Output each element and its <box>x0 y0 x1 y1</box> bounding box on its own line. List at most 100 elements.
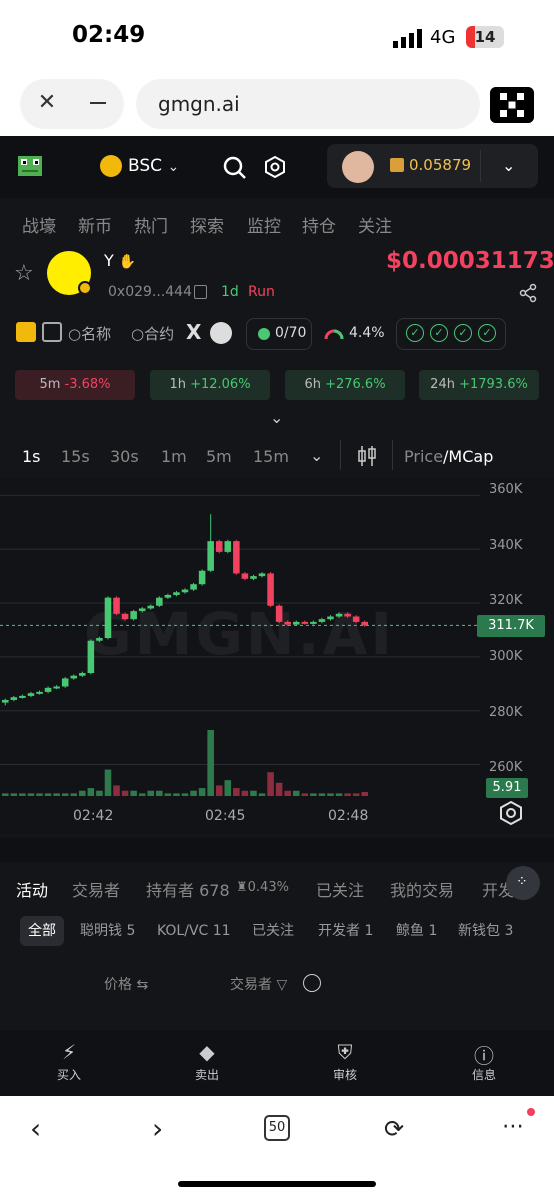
tf-15s[interactable]: 15s <box>61 447 90 466</box>
forward-icon[interactable]: › <box>152 1112 163 1145</box>
candle[interactable] <box>156 597 163 606</box>
candle[interactable] <box>352 616 360 622</box>
tab-holders[interactable]: 持有者 678 <box>146 877 230 901</box>
candle[interactable] <box>361 621 368 626</box>
candle[interactable] <box>198 570 206 585</box>
subtab-all[interactable]: 全部 <box>20 916 64 946</box>
tf-1s[interactable]: 1s <box>22 447 41 466</box>
nav-explore[interactable]: 探索 <box>190 212 224 237</box>
candle[interactable] <box>2 699 9 703</box>
star-icon[interactable]: ☆ <box>14 261 34 286</box>
candle[interactable] <box>190 584 197 590</box>
candle[interactable] <box>292 621 300 625</box>
close-icon[interactable]: ✕ <box>36 92 58 114</box>
candle[interactable] <box>53 686 60 689</box>
tf-5m[interactable]: 5m <box>206 447 232 466</box>
candle[interactable] <box>61 678 69 687</box>
info-button[interactable]: ⓘ 信息 <box>454 1040 514 1083</box>
subtab-new-wallet[interactable]: 新钱包 3 <box>450 916 521 946</box>
tab-traders[interactable]: 交易者 <box>72 877 120 901</box>
candle[interactable] <box>130 611 137 620</box>
candle[interactable] <box>70 675 78 679</box>
chart-logo-icon[interactable] <box>210 322 232 344</box>
subtab-following[interactable]: 已关注 <box>244 916 302 946</box>
candle[interactable] <box>284 621 291 625</box>
candle[interactable] <box>258 573 266 577</box>
candle[interactable] <box>147 605 155 609</box>
okx-logo-icon[interactable] <box>490 87 534 123</box>
candle[interactable] <box>79 673 86 676</box>
candle[interactable] <box>310 621 317 624</box>
subtab-whale[interactable]: 鲸鱼 1 <box>388 916 445 946</box>
buy-button[interactable]: ⚡︎ 买入 <box>39 1040 99 1083</box>
change-1h[interactable]: 1h +12.06% <box>150 370 270 400</box>
change-5m[interactable]: 5m -3.68% <box>15 370 135 400</box>
copy-icon[interactable] <box>194 285 207 299</box>
tab-following[interactable]: 已关注 <box>316 877 364 901</box>
nav-holdings[interactable]: 持仓 <box>302 212 336 237</box>
change-6h[interactable]: 6h +276.6% <box>285 370 405 400</box>
sell-button[interactable]: ◆ 卖出 <box>177 1040 237 1083</box>
candle[interactable] <box>173 592 180 595</box>
candle[interactable] <box>87 640 95 674</box>
candle[interactable] <box>250 576 257 579</box>
tf-1m[interactable]: 1m <box>161 447 187 466</box>
nav-trenches[interactable]: 战壕 <box>22 212 56 237</box>
tab-my-trades[interactable]: 我的交易 <box>390 877 454 901</box>
avatar[interactable] <box>342 151 374 183</box>
refresh-icon[interactable]: ⟳ <box>384 1115 404 1143</box>
tab-activity[interactable]: 活动 <box>16 877 48 901</box>
candle[interactable] <box>233 541 240 574</box>
minimize-icon[interactable] <box>90 102 106 104</box>
url-text[interactable]: gmgn.ai <box>158 92 240 116</box>
users-icon[interactable] <box>16 322 36 342</box>
change-24h[interactable]: 24h +1793.6% <box>419 370 539 400</box>
token-address[interactable]: 0x029...444 <box>108 284 192 300</box>
nav-new[interactable]: 新币 <box>78 212 112 237</box>
candle[interactable] <box>113 597 120 614</box>
candle[interactable] <box>301 621 309 624</box>
chart-settings-icon[interactable] <box>498 800 524 826</box>
x-twitter-icon[interactable]: X <box>186 320 201 344</box>
nav-monitor[interactable]: 监控 <box>247 212 281 237</box>
subtab-dev[interactable]: 开发者 1 <box>310 916 381 946</box>
candle[interactable] <box>215 541 223 552</box>
candle[interactable] <box>241 573 249 579</box>
search-name-button[interactable]: ○名称 <box>68 323 111 344</box>
chevron-down-icon[interactable]: ⌄ <box>270 408 283 427</box>
tabs-button[interactable]: 50 <box>264 1115 290 1141</box>
candle[interactable] <box>327 616 334 620</box>
more-icon[interactable]: ⋯ <box>502 1114 524 1139</box>
chevron-down-icon[interactable]: ⌄ <box>310 446 323 465</box>
candle[interactable] <box>224 541 232 552</box>
candle[interactable] <box>275 605 283 622</box>
gmgn-frog-logo-icon[interactable] <box>14 150 46 182</box>
candle[interactable] <box>267 573 274 606</box>
candle[interactable] <box>138 608 146 612</box>
column-trader[interactable]: 交易者 ▽ <box>230 974 287 994</box>
nav-hot[interactable]: 热门 <box>134 212 168 237</box>
subtab-kol[interactable]: KOL/VC 11 <box>149 916 239 946</box>
candle[interactable] <box>36 691 43 694</box>
candle[interactable] <box>27 693 35 696</box>
bnb-chain-icon[interactable] <box>100 155 122 177</box>
tf-30s[interactable]: 30s <box>110 447 139 466</box>
candlestick-icon[interactable] <box>356 444 378 468</box>
price-mcap-toggle[interactable]: Price/MCap <box>404 447 493 466</box>
nav-follow[interactable]: 关注 <box>358 212 392 237</box>
share-icon[interactable] <box>518 283 538 303</box>
candle[interactable] <box>335 613 343 617</box>
candle[interactable] <box>181 589 189 593</box>
chain-selector[interactable]: BSC ⌄ <box>128 156 179 176</box>
column-price[interactable]: 价格 ⇆ <box>104 974 148 994</box>
candle[interactable] <box>164 594 172 598</box>
candle[interactable] <box>10 697 18 700</box>
subtab-smart-money[interactable]: 聪明钱 5 <box>72 916 143 946</box>
tf-15m[interactable]: 15m <box>253 447 289 466</box>
candle[interactable] <box>104 597 112 639</box>
hide-icon[interactable] <box>303 974 321 992</box>
candle[interactable] <box>44 687 52 692</box>
candle[interactable] <box>121 613 129 620</box>
search-icon[interactable] <box>222 155 248 181</box>
candle[interactable] <box>344 613 351 617</box>
